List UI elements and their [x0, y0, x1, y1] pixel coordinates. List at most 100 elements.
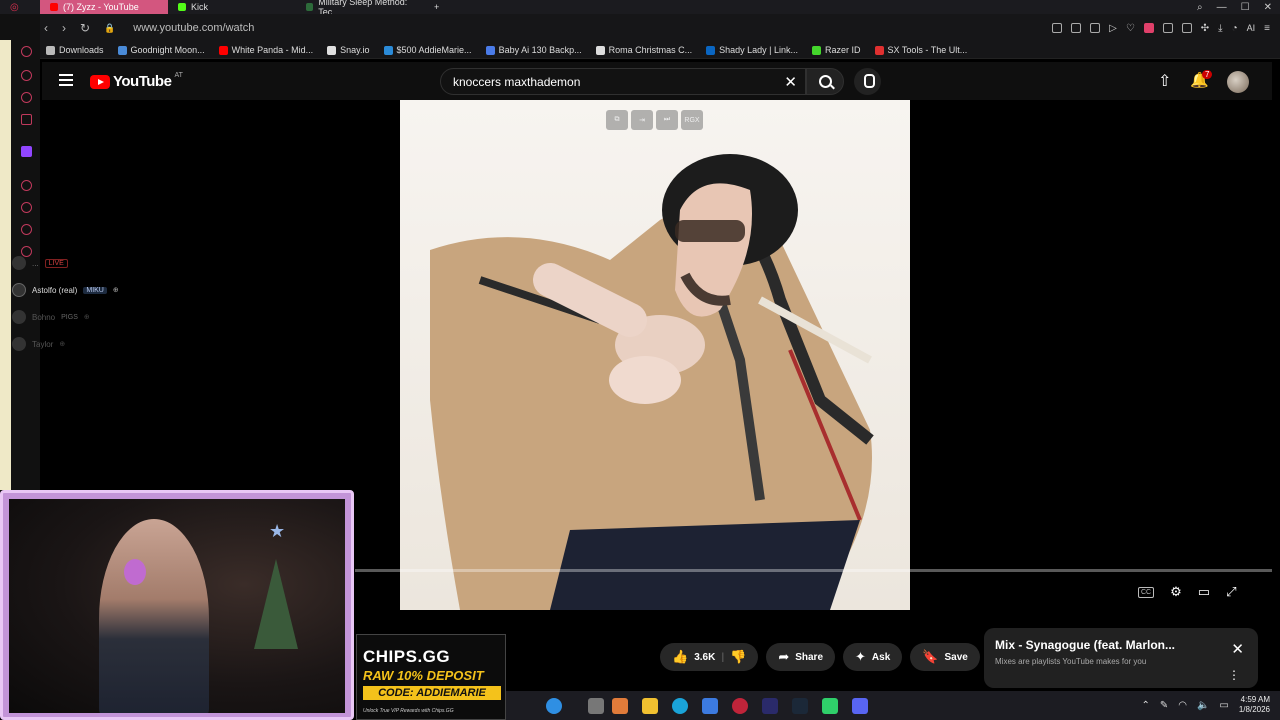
- bookmark-item[interactable]: Shady Lady | Link...: [706, 45, 798, 55]
- minimize-icon[interactable]: —: [1217, 2, 1227, 13]
- bookmark-item[interactable]: Downloads: [46, 45, 104, 55]
- share-button[interactable]: ➦ Share: [766, 643, 836, 671]
- sidebar-app-icon[interactable]: [21, 92, 32, 103]
- play-icon[interactable]: ▷: [1109, 23, 1117, 34]
- clear-search-icon[interactable]: ✕: [784, 73, 797, 91]
- task-view-icon[interactable]: [588, 698, 604, 714]
- bookmark-item[interactable]: White Panda - Mid...: [218, 45, 313, 55]
- store-icon[interactable]: [702, 698, 718, 714]
- popout-icon[interactable]: ⧉: [606, 110, 628, 130]
- exit-icon[interactable]: ⇥: [631, 110, 653, 130]
- voice-search-button[interactable]: [854, 68, 881, 95]
- new-tab-button[interactable]: +: [424, 0, 449, 14]
- search-tabs-icon[interactable]: ⌕: [1197, 2, 1203, 13]
- ai-icon[interactable]: AI: [1247, 23, 1256, 33]
- bookmark-item[interactable]: Roma Christmas C...: [595, 45, 692, 55]
- bookmark-item[interactable]: Snay.io: [327, 45, 370, 55]
- skip-icon[interactable]: ⏭: [656, 110, 678, 130]
- search-taskbar-icon[interactable]: [546, 698, 562, 714]
- add-icon[interactable]: ⊕: [59, 340, 65, 348]
- sidebar-app-icon[interactable]: [21, 46, 32, 57]
- channel-item[interactable]: Taylor ⊕: [12, 337, 65, 351]
- channel-item[interactable]: Astolfo (real) MIKU ⊕: [12, 283, 119, 297]
- opera-icon[interactable]: [732, 698, 748, 714]
- battery-icon[interactable]: ▭: [1219, 700, 1228, 711]
- close-icon[interactable]: ✕: [1231, 640, 1244, 658]
- ask-button[interactable]: ✦ Ask: [843, 643, 903, 671]
- twitch-icon[interactable]: [21, 146, 32, 157]
- volume-icon[interactable]: 🔈: [1197, 700, 1209, 711]
- puzzle-icon[interactable]: ✣: [1201, 23, 1209, 34]
- channel-item[interactable]: ... LIVE: [12, 256, 68, 270]
- download-icon[interactable]: ⤓: [1218, 23, 1222, 34]
- theater-mode-icon[interactable]: ▭: [1198, 584, 1210, 600]
- like-button[interactable]: 👍 3.6K | 👎: [660, 643, 759, 671]
- video-player[interactable]: [400, 100, 910, 610]
- app-icon[interactable]: [822, 698, 838, 714]
- tab-military-sleep[interactable]: Military Sleep Method: Tec: [296, 0, 424, 17]
- settings-gear-icon[interactable]: ⚙: [1170, 584, 1182, 600]
- extension-icon[interactable]: [1181, 23, 1192, 33]
- adblock-icon[interactable]: [1143, 23, 1154, 33]
- video-progress-bar[interactable]: [355, 569, 1272, 572]
- player-icon[interactable]: [21, 180, 32, 191]
- bookmark-item[interactable]: Razer ID: [812, 45, 861, 55]
- browser-tab-bar: ◎ (7) Zyzz - YouTube Kick Military Sleep…: [0, 0, 1280, 17]
- profile-icon[interactable]: ◔: [1232, 23, 1238, 34]
- extension-icon[interactable]: [1090, 23, 1101, 33]
- file-explorer-icon[interactable]: [642, 698, 658, 714]
- add-icon[interactable]: ⊕: [84, 313, 90, 321]
- edge-icon[interactable]: [672, 698, 688, 714]
- obs-icon[interactable]: [762, 698, 778, 714]
- bookmark-item[interactable]: $500 AddieMarie...: [383, 45, 472, 55]
- maximize-icon[interactable]: ☐: [1241, 2, 1250, 13]
- more-vertical-icon[interactable]: ⋮: [1228, 668, 1240, 682]
- chevron-up-icon[interactable]: ⌃: [1141, 700, 1149, 711]
- youtube-play-icon: [90, 74, 110, 89]
- wifi-icon[interactable]: ◠: [1178, 700, 1187, 711]
- sponsor-ad: CHIPS.GG RAW 10% DEPOSIT BONUS CODE: ADD…: [356, 634, 506, 720]
- account-avatar[interactable]: [1227, 71, 1249, 93]
- sidebar-app-icon[interactable]: [21, 70, 32, 81]
- browser-menu[interactable]: ◎: [0, 0, 40, 14]
- bookmark-item[interactable]: Goodnight Moon...: [117, 45, 205, 55]
- extension-icon[interactable]: [1052, 23, 1063, 33]
- history-icon[interactable]: [21, 202, 32, 213]
- video-frame-artwork: [430, 154, 874, 610]
- menu-icon[interactable]: ≡: [1264, 23, 1270, 34]
- save-button[interactable]: 🔖 Save: [910, 643, 980, 671]
- fullscreen-icon[interactable]: ⤢: [1226, 584, 1236, 600]
- forward-icon[interactable]: ›: [62, 21, 66, 35]
- mix-playlist-panel[interactable]: Mix - Synagogue (feat. Marlon... Mixes a…: [984, 628, 1258, 688]
- reload-icon[interactable]: ↻: [80, 21, 90, 35]
- back-icon[interactable]: ‹: [44, 21, 48, 35]
- pen-icon[interactable]: ✎: [1160, 700, 1168, 711]
- close-window-icon[interactable]: ✕: [1264, 2, 1272, 13]
- clock[interactable]: 4:59 AM 1/8/2026: [1239, 695, 1270, 715]
- bookmark-item[interactable]: Baby Ai 130 Backp...: [485, 45, 582, 55]
- hamburger-menu-icon[interactable]: [59, 74, 73, 86]
- player-controls: CC ⚙ ▭ ⤢: [1138, 584, 1236, 600]
- extensions-icon[interactable]: [21, 224, 32, 235]
- search-input[interactable]: [453, 75, 773, 89]
- youtube-logo[interactable]: YouTube AT: [90, 72, 183, 90]
- discord-icon[interactable]: [852, 698, 868, 714]
- tab-kick[interactable]: Kick: [168, 0, 296, 14]
- messenger-icon[interactable]: [21, 114, 32, 125]
- steam-icon[interactable]: [792, 698, 808, 714]
- upload-icon[interactable]: ⇧: [1158, 71, 1171, 91]
- extension-icon[interactable]: [1071, 23, 1082, 33]
- rgx-button[interactable]: RGX: [681, 110, 703, 130]
- url-field[interactable]: www.youtube.com/watch: [133, 22, 254, 34]
- extension-icon[interactable]: [1162, 23, 1173, 33]
- sparkle-icon: ✦: [855, 649, 866, 664]
- thumbs-down-icon[interactable]: 👎: [730, 649, 746, 665]
- bookmark-item[interactable]: SX Tools - The Ult...: [874, 45, 967, 55]
- app-icon[interactable]: [612, 698, 628, 714]
- add-icon[interactable]: ⊕: [113, 286, 119, 294]
- channel-item[interactable]: Bohno PIGS ⊕: [12, 310, 90, 324]
- search-button[interactable]: [806, 68, 844, 95]
- heart-icon[interactable]: ♡: [1126, 23, 1135, 34]
- captions-icon[interactable]: CC: [1138, 586, 1155, 598]
- tab-youtube[interactable]: (7) Zyzz - YouTube: [40, 0, 168, 14]
